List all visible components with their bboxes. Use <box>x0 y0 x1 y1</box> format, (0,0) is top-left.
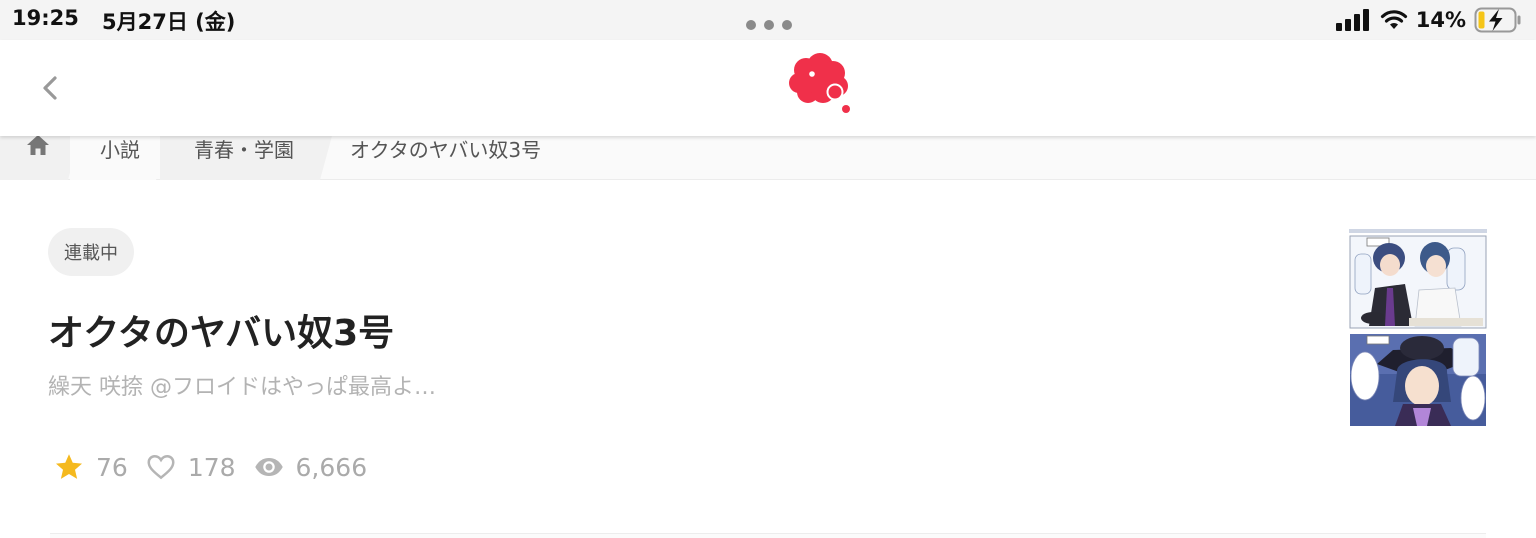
chevron-left-icon[interactable] <box>36 72 64 104</box>
star-icon <box>56 454 82 479</box>
page-title: オクタのヤバい奴3号 <box>48 313 395 354</box>
status-indicators: 14% <box>1335 4 1522 36</box>
multitasking-dots-icon[interactable] <box>746 20 792 30</box>
status-badge: 連載中 <box>48 228 134 276</box>
top-navigation <box>0 40 1536 136</box>
status-date: 5月27日 (金) <box>102 10 236 34</box>
home-icon[interactable] <box>26 134 50 156</box>
battery-charging-icon <box>1474 7 1521 33</box>
battery-percent: 14% <box>1415 8 1466 32</box>
breadcrumb-item-current: オクタのヤバい奴3号 <box>350 138 542 162</box>
eye-icon <box>254 458 283 476</box>
author-link[interactable]: 繰天 咲捺 @フロイドはやっぱ最高よ… <box>48 369 436 401</box>
red-cloud-logo[interactable] <box>786 52 854 116</box>
breadcrumb-item-novel[interactable]: 小説 <box>100 134 140 163</box>
status-bar: 19:25 5月27日 (金) 14% <box>0 0 1536 40</box>
manga-cover-thumbnail[interactable] <box>1347 226 1489 426</box>
cellular-signal-icon <box>1335 9 1369 31</box>
wifi-icon <box>1380 10 1407 29</box>
view-count: 6,666 <box>295 452 368 482</box>
section-divider <box>50 533 1486 538</box>
breadcrumb-item-genre[interactable]: 青春・学園 <box>194 134 294 163</box>
like-count: 178 <box>187 452 236 482</box>
work-stats: 76 178 6,666 <box>54 450 385 484</box>
status-time: 19:25 <box>12 6 79 30</box>
star-count: 76 <box>96 452 128 482</box>
heart-icon[interactable] <box>146 452 176 482</box>
